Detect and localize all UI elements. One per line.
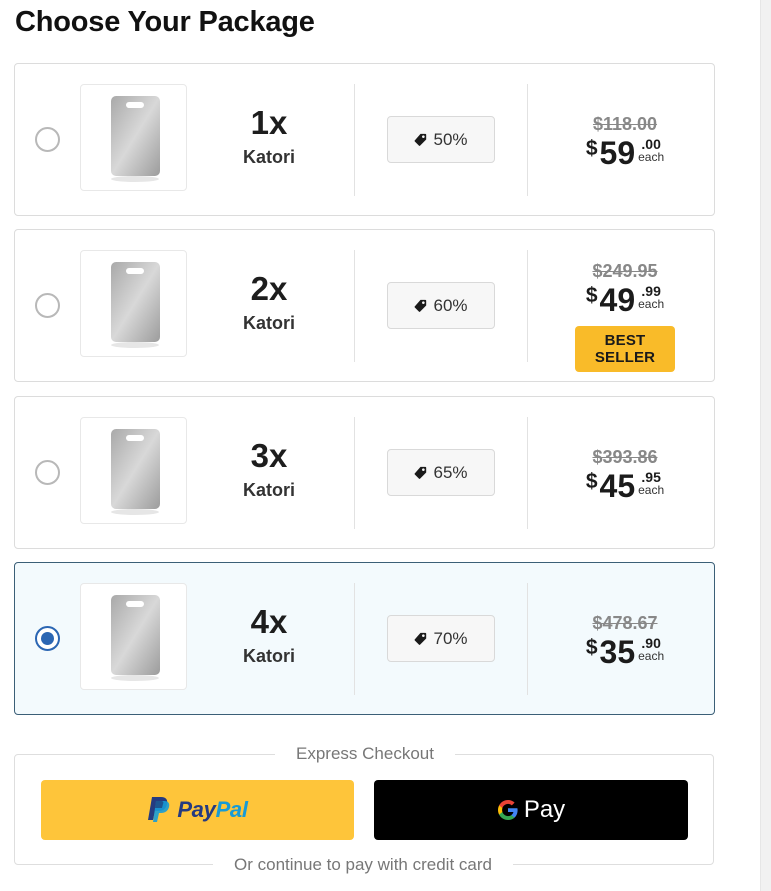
package-option-1[interactable]: 1x Katori 50% $118.00 $ 59 .00 each xyxy=(14,63,715,216)
paypal-label-part1: Pay xyxy=(177,797,216,822)
package-option-3[interactable]: 3x Katori 65% $393.86 $ 45 .95 each xyxy=(14,396,715,549)
original-price: $118.00 xyxy=(592,114,658,134)
paypal-button[interactable]: PayPal xyxy=(41,780,354,840)
price-whole: 49 xyxy=(599,282,636,318)
package-quantity: 1x xyxy=(250,104,288,141)
product-image xyxy=(80,250,187,357)
product-name: Katori xyxy=(242,147,295,167)
currency-symbol: $ xyxy=(585,137,598,160)
product-name: Katori xyxy=(242,646,295,666)
sale-price: $ 59 .00 each xyxy=(575,136,675,170)
currency-symbol: $ xyxy=(585,636,598,659)
package-radio-4[interactable] xyxy=(35,626,60,651)
credit-card-label[interactable]: Or continue to pay with credit card xyxy=(213,855,513,875)
divider xyxy=(527,417,528,529)
original-price: $478.67 xyxy=(592,613,658,633)
original-price: $393.86 xyxy=(592,447,658,467)
price-unit: each xyxy=(638,150,665,164)
page-title: Choose Your Package xyxy=(15,6,315,38)
discount-badge: 65% xyxy=(387,449,495,496)
divider xyxy=(354,84,355,196)
price-whole: 45 xyxy=(599,468,636,504)
package-radio-1[interactable] xyxy=(35,127,60,152)
divider xyxy=(354,417,355,529)
tag-icon xyxy=(415,133,427,146)
product-image xyxy=(80,417,187,524)
tag-icon xyxy=(415,299,427,312)
discount-percent: 50% xyxy=(433,129,468,149)
sale-price: $ 45 .95 each xyxy=(575,469,675,503)
divider xyxy=(527,583,528,695)
divider xyxy=(527,250,528,362)
divider xyxy=(354,250,355,362)
page-scrollbar[interactable] xyxy=(760,0,771,891)
currency-symbol: $ xyxy=(585,470,598,493)
price-unit: each xyxy=(638,297,665,311)
sale-price: $ 49 .99 each xyxy=(575,283,675,317)
package-option-4[interactable]: 4x Katori 70% $478.67 $ 35 .90 each xyxy=(14,562,715,715)
discount-badge: 60% xyxy=(387,282,495,329)
divider xyxy=(527,84,528,196)
express-checkout-label: Express Checkout xyxy=(275,744,455,764)
price-unit: each xyxy=(638,649,665,663)
package-option-2[interactable]: 2x Katori 60% $249.95 $ 49 .99 each BEST… xyxy=(14,229,715,382)
package-quantity: 3x xyxy=(250,437,288,474)
discount-percent: 60% xyxy=(433,295,468,315)
product-name: Katori xyxy=(242,480,295,500)
discount-percent: 70% xyxy=(433,628,468,648)
package-quantity: 4x xyxy=(250,603,288,640)
currency-symbol: $ xyxy=(585,284,598,307)
price-whole: 35 xyxy=(599,634,636,670)
product-name: Katori xyxy=(242,313,295,333)
product-image xyxy=(80,583,187,690)
best-seller-badge: BEST SELLER xyxy=(575,326,675,372)
divider xyxy=(354,583,355,695)
discount-badge: 70% xyxy=(387,615,495,662)
discount-percent: 65% xyxy=(433,462,468,482)
tag-icon xyxy=(415,632,427,645)
package-radio-2[interactable] xyxy=(35,293,60,318)
google-pay-button[interactable]: Pay xyxy=(374,780,688,840)
discount-badge: 50% xyxy=(387,116,495,163)
original-price: $249.95 xyxy=(592,261,658,281)
paypal-label-part2: Pal xyxy=(215,797,248,822)
price-unit: each xyxy=(638,483,665,497)
paypal-logo-icon xyxy=(148,797,170,822)
package-radio-3[interactable] xyxy=(35,460,60,485)
package-quantity: 2x xyxy=(250,270,288,307)
price-whole: 59 xyxy=(599,135,636,171)
product-image xyxy=(80,84,187,191)
tag-icon xyxy=(415,466,427,479)
google-pay-label: Pay xyxy=(523,796,566,823)
google-g-icon xyxy=(497,800,518,820)
sale-price: $ 35 .90 each xyxy=(575,635,675,669)
